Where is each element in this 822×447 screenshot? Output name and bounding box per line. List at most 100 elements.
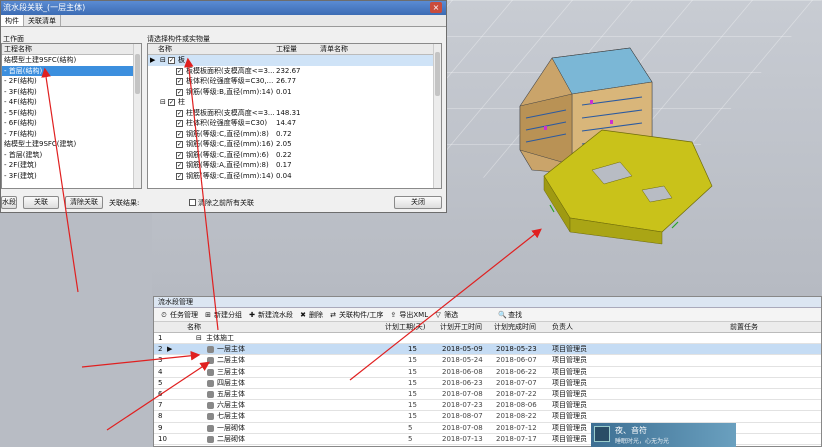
component-name: 柱体积(砼强度等级=C30): [186, 119, 268, 127]
component-qty: 0.72: [276, 129, 292, 138]
planned-start: 2018-07-23: [442, 401, 483, 410]
checkbox[interactable]: ✓: [176, 78, 183, 85]
tree-item[interactable]: - 2F(结构): [2, 76, 133, 87]
table-row[interactable]: 8 七层主体 15 2018-08-07 2018-08-22 项目管理员: [154, 411, 821, 423]
row-number: 10: [158, 434, 167, 443]
tree-item[interactable]: - 5F(结构): [2, 108, 133, 119]
component-row[interactable]: ✓ 钢筋(等级:C,直径(mm):6) 0.22: [148, 150, 433, 161]
toolbar-button[interactable]: ⊞ 新建分组: [204, 310, 242, 320]
checkbox[interactable]: ✓: [176, 151, 183, 159]
planned-days: 5: [408, 423, 413, 432]
component-row[interactable]: ✓ 钢筋(等级:C,直径(mm):8) 0.72: [148, 129, 433, 140]
component-row[interactable]: ✓ 钢筋(等级:B,直径(mm):14) 0.01: [148, 87, 433, 98]
toolbar-button[interactable]: ⇪ 导出XML: [389, 310, 428, 320]
checkbox[interactable]: ✓: [176, 88, 183, 96]
toolbar-button[interactable]: ▽ 筛选: [434, 310, 458, 320]
partial-segment-button[interactable]: 水段: [1, 196, 17, 209]
planned-start: 2018-05-09: [442, 345, 483, 354]
close-icon[interactable]: ×: [430, 2, 442, 13]
toolbar-button[interactable]: ⏲ 任务管理: [160, 310, 198, 320]
tab-linked-list[interactable]: 关联清单: [24, 15, 61, 26]
tree-item[interactable]: - 首层(建筑): [2, 150, 133, 161]
table-row[interactable]: 5 四层主体 15 2018-06-23 2018-07-07 项目管理员: [154, 378, 821, 389]
tree-item-label: - 4F(结构): [4, 98, 37, 106]
row-number: 2: [158, 345, 163, 354]
component-grid[interactable]: 名称 工程量 清单名称 ⊟ ✓ 板 ▶ ✓ 板模板面积(支模高度<=3... 232.67 ✓…: [147, 43, 442, 189]
tree-item[interactable]: - 4F(结构): [2, 97, 133, 108]
toolbar-button[interactable]: ⇄ 关联构件/工序: [329, 310, 383, 320]
component-group-row[interactable]: ⊟ ✓ 柱: [148, 97, 433, 108]
album-icon: [594, 426, 610, 442]
checkbox[interactable]: ✓: [176, 141, 183, 148]
table-row[interactable]: 3 二层主体 15 2018-05-24 2018-06-07 项目管理员: [154, 355, 821, 367]
tree-item[interactable]: - 7F(结构): [2, 129, 133, 140]
tree-item[interactable]: 结模型土建9SFC(结构): [2, 55, 133, 66]
checkbox[interactable]: ✓: [168, 99, 175, 106]
clear-all-checkbox[interactable]: 清除之前所有关联: [189, 198, 254, 208]
collapse-icon[interactable]: ⊟: [196, 333, 202, 344]
owner: 项目管理员: [552, 434, 587, 443]
tree-item[interactable]: - 3F(结构): [2, 87, 133, 98]
component-qty: 0.04: [276, 171, 292, 180]
component-name: 钢筋(等级:C,直径(mm):14): [186, 171, 274, 180]
music-notification[interactable]: 夜、音符 睡眠时光，心无为光: [591, 423, 736, 447]
clear-link-button[interactable]: 清除关联: [65, 196, 103, 209]
flow-grid-header: 名称 计划工期(天) 计划开工时间 计划完成时间 负责人 前置任务: [154, 322, 821, 333]
planned-end: 2018-07-22: [496, 389, 537, 398]
toolbar-button[interactable]: 🔍 查找: [498, 310, 522, 320]
checkbox[interactable]: ✓: [176, 109, 183, 117]
component-qty: 14.47: [276, 119, 297, 127]
component-name: 钢筋(等级:B,直径(mm):14): [186, 87, 274, 96]
tree-item-label: - 3F(结构): [4, 87, 37, 96]
expand-icon[interactable]: ⊟: [160, 55, 166, 66]
checkbox[interactable]: ✓: [176, 172, 183, 180]
checkbox[interactable]: ✓: [168, 57, 175, 64]
toolbar-button[interactable]: ✖ 删除: [299, 310, 323, 320]
tree-item[interactable]: - 3F(建筑): [2, 171, 133, 182]
tree-item[interactable]: - 首层(结构): [2, 65, 133, 76]
table-row[interactable]: 4 三层主体 15 2018-06-08 2018-06-22 项目管理员: [154, 367, 821, 378]
component-scrollbar[interactable]: [433, 44, 441, 188]
component-row[interactable]: ✓ 钢筋(等级:C,直径(mm):16) 2.05: [148, 139, 433, 150]
checkbox[interactable]: ✓: [176, 120, 183, 127]
toolbar-label: 删除: [309, 310, 323, 319]
flow-panel-title: 流水段管理: [154, 297, 821, 308]
component-group-row[interactable]: ⊟ ✓ 板 ▶: [148, 55, 433, 66]
component-row[interactable]: ✓ 柱体积(砼强度等级=C30) 14.47: [148, 118, 433, 129]
planned-days: 5: [408, 434, 413, 443]
table-row[interactable]: 1 主体施工 ⊟: [154, 333, 821, 345]
close-button[interactable]: 关闭: [394, 196, 442, 209]
checkbox[interactable]: ✓: [176, 67, 183, 75]
planned-days: 15: [408, 401, 417, 410]
row-number: 6: [158, 389, 163, 398]
workface-tree[interactable]: 工程名称 结模型土建9SFC(结构) - 首层(结构) - 2F(结构) - 3F(结…: [1, 43, 142, 189]
component-row[interactable]: ✓ 钢筋(等级:C,直径(mm):14) 0.04: [148, 171, 433, 182]
checkbox[interactable]: ✓: [176, 130, 183, 138]
tree-item[interactable]: 结模型土建9SFC(建筑): [2, 139, 133, 150]
toolbar-button[interactable]: ✚ 新建流水段: [248, 310, 293, 320]
table-row[interactable]: 7 六层主体 15 2018-07-23 2018-08-06 项目管理员: [154, 400, 821, 412]
tree-item-label: - 5F(结构): [4, 108, 37, 117]
lock-icon: [207, 390, 214, 398]
expand-icon[interactable]: ⊟: [160, 97, 166, 108]
component-row[interactable]: ✓ 柱模板面积(支模高度<=3... 148.31: [148, 108, 433, 119]
table-row[interactable]: 2 一层主体 15 2018-05-09 2018-05-23 项目管理员 ▶: [154, 344, 821, 356]
col-qty: 工程量: [276, 45, 297, 53]
segment-name: 六层主体: [217, 401, 245, 410]
tree-item[interactable]: - 2F(建筑): [2, 160, 133, 171]
lock-icon: [207, 357, 214, 365]
table-row[interactable]: 6 五层主体 15 2018-07-08 2018-07-22 项目管理员: [154, 389, 821, 401]
tree-scrollbar[interactable]: [133, 44, 141, 188]
component-row[interactable]: ✓ 板模板面积(支模高度<=3... 232.67: [148, 66, 433, 77]
segment-name: 五层主体: [217, 389, 245, 398]
component-row[interactable]: ✓ 板体积(砼强度等级=C30,... 26.77: [148, 76, 433, 87]
component-name: 钢筋(等级:C,直径(mm):16): [186, 140, 274, 148]
link-button[interactable]: 关联: [23, 196, 59, 209]
component-qty: 148.31: [276, 108, 301, 117]
checkbox[interactable]: ✓: [176, 162, 183, 169]
col-start: 计划开工时间: [440, 323, 482, 331]
tab-components[interactable]: 构件: [1, 15, 24, 26]
tree-item[interactable]: - 6F(结构): [2, 118, 133, 129]
component-row[interactable]: ✓ 钢筋(等级:A,直径(mm):8) 0.17: [148, 160, 433, 171]
lock-icon: [207, 413, 214, 421]
